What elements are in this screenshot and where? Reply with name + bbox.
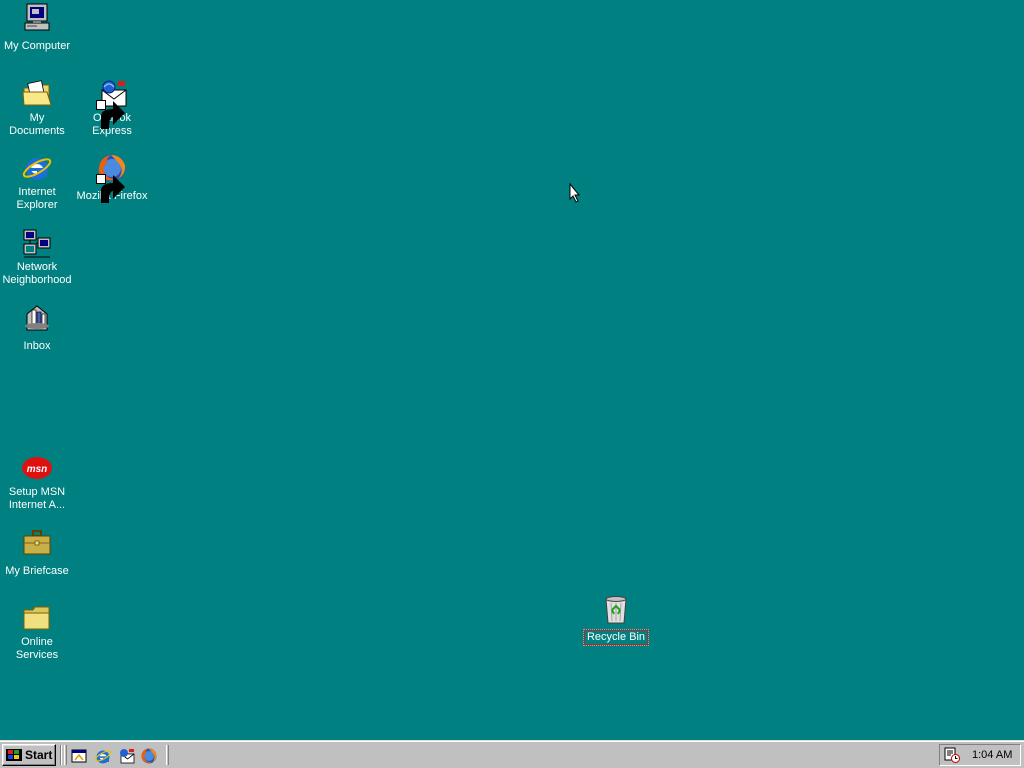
setup-msn-shortcut[interactable]: msn Setup MSN Internet A... [0, 452, 74, 513]
online-services-shortcut[interactable]: Online Services [0, 602, 74, 663]
inbox-icon [21, 302, 53, 334]
recycle-bin-label: Recycle Bin [582, 629, 650, 646]
inbox-shortcut[interactable]: Inbox [0, 302, 74, 354]
mouse-cursor-icon [569, 182, 581, 203]
recycle-bin-icon [600, 593, 632, 625]
msn-icon: msn [21, 452, 53, 484]
inbox-label: Inbox [23, 340, 51, 352]
internet-explorer-icon [21, 152, 53, 184]
outlook-express-quicklaunch-icon[interactable] [117, 747, 135, 765]
scheduler-icon[interactable] [944, 747, 960, 763]
shortcut-arrow-icon [96, 100, 125, 129]
network-neighborhood-label: Network Neighborhood [2, 261, 72, 286]
my-computer-label: My Computer [3, 40, 71, 52]
taskbar: Start 1:04 AM [0, 740, 1024, 768]
system-tray: 1:04 AM [939, 744, 1021, 766]
taskbar-separator [60, 745, 62, 765]
clock[interactable]: 1:04 AM [972, 749, 1012, 761]
my-briefcase-label: My Briefcase [5, 565, 69, 577]
setup-msn-label: Setup MSN Internet A... [8, 486, 66, 511]
outlook-express-icon [96, 78, 128, 129]
my-computer-icon [21, 2, 53, 34]
recycle-bin-shortcut[interactable]: Recycle Bin [579, 593, 653, 646]
quick-launch-grip[interactable] [64, 745, 67, 765]
firefox-quicklaunch-icon[interactable] [140, 747, 158, 765]
windows-logo-icon [6, 749, 22, 761]
my-documents-label: My Documents [9, 112, 65, 137]
internet-explorer-label: Internet Explorer [16, 186, 58, 211]
network-neighborhood-shortcut[interactable]: Network Neighborhood [0, 227, 74, 288]
my-documents-icon [21, 78, 53, 110]
folder-icon [21, 602, 53, 634]
internet-explorer-quicklaunch-icon[interactable] [94, 747, 112, 765]
show-desktop-icon[interactable] [70, 747, 88, 765]
mozilla-firefox-icon [96, 152, 128, 203]
online-services-label: Online Services [15, 636, 59, 661]
my-briefcase-shortcut[interactable]: My Briefcase [0, 527, 74, 579]
briefcase-icon [21, 527, 53, 559]
my-documents-shortcut[interactable]: My Documents [0, 78, 74, 139]
my-computer-shortcut[interactable]: My Computer [0, 2, 74, 54]
network-neighborhood-icon [21, 227, 53, 259]
outlook-express-shortcut[interactable]: Outlook Express [75, 78, 149, 139]
svg-text:msn: msn [27, 464, 48, 475]
taskbar-grip[interactable] [166, 745, 169, 765]
shortcut-arrow-icon [96, 174, 125, 203]
mozilla-firefox-shortcut[interactable]: Mozilla Firefox [75, 152, 149, 204]
start-button[interactable]: Start [2, 744, 56, 766]
internet-explorer-shortcut[interactable]: Internet Explorer [0, 152, 74, 213]
start-label: Start [25, 748, 53, 762]
desktop[interactable]: My Computer My Documents Outlook Express… [0, 0, 1024, 740]
